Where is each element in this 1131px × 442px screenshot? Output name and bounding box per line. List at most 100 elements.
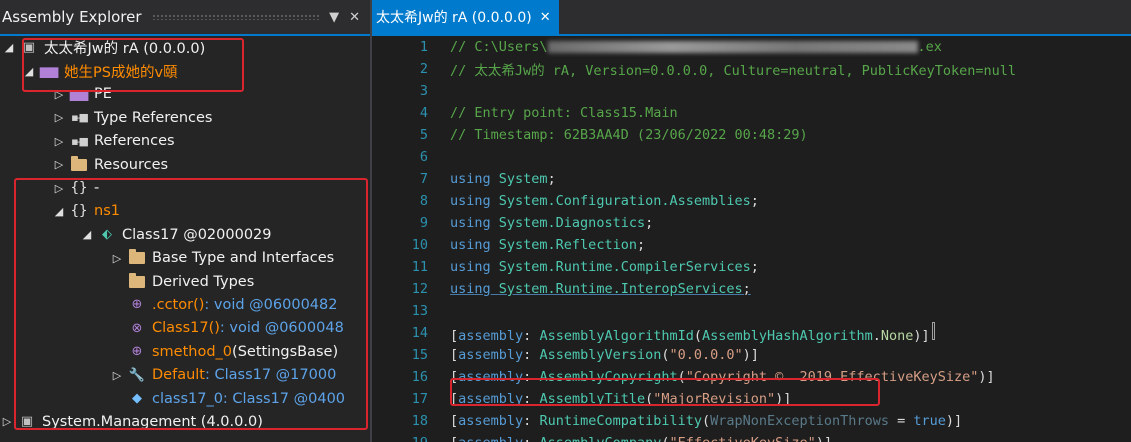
tree-node-class17-field[interactable]: ◆ class17_0 : Class17 @0400: [0, 387, 370, 410]
member-signature: : void @06000482: [204, 296, 338, 313]
code-line[interactable]: 11 using System.Runtime.CompilerServices;: [372, 256, 1131, 278]
panel-close-icon[interactable]: ✕: [349, 10, 360, 25]
code-token: System.Configuration.Assemblies: [498, 193, 751, 209]
code-token: None: [880, 328, 914, 344]
collapse-arrow-icon[interactable]: ◢: [52, 205, 66, 218]
code-token: [: [450, 369, 459, 385]
code-token: :: [523, 435, 539, 442]
tree-node-module[interactable]: ◢ ▆▆ 她生PS成她的v頤: [0, 59, 370, 82]
panel-dropdown-icon[interactable]: ▼: [329, 10, 339, 25]
field-icon: ◆: [132, 391, 142, 407]
collapse-arrow-icon[interactable]: ◢: [22, 65, 36, 78]
member-name: Class17(): [152, 320, 220, 337]
line-number: 19: [372, 435, 450, 442]
line-content: // Timestamp: 62B3AA4D (23/06/2022 00:48…: [450, 127, 808, 143]
tree-node-cctor[interactable]: ⊕ .cctor() : void @06000482: [0, 293, 370, 316]
expand-arrow-icon[interactable]: ▷: [52, 111, 66, 124]
tree-node-type-references[interactable]: ▷ ▪-■ Type References: [0, 106, 370, 129]
code-token: (: [693, 328, 703, 344]
code-line[interactable]: 13: [372, 300, 1131, 322]
code-token: using: [450, 215, 491, 231]
code-line[interactable]: 18 [assembly: RuntimeCompatibility(WrapNo…: [372, 410, 1131, 432]
tree-label: Class17 @02000029: [122, 226, 272, 243]
code-line[interactable]: 15 [assembly: AssemblyVersion("0.0.0.0")]: [372, 344, 1131, 366]
code-line[interactable]: 5 // Timestamp: 62B3AA4D (23/06/2022 00:4…: [372, 124, 1131, 146]
line-number: 3: [419, 83, 428, 99]
code-line[interactable]: 4 // Entry point: Class15.Main: [372, 102, 1131, 124]
code-token: )]: [945, 413, 963, 429]
tree-node-ns1[interactable]: ◢ {} ns1: [0, 200, 370, 223]
tree-label: -: [94, 180, 100, 197]
code-line[interactable]: 2 // 太太希Jw的 rA, Version=0.0.0.0, Culture=…: [372, 58, 1131, 80]
collapse-arrow-icon[interactable]: ◢: [2, 41, 16, 54]
code-token: (: [661, 347, 670, 363]
tree-node-smethod0[interactable]: ⊕ smethod_0 (SettingsBase): [0, 340, 370, 363]
method-icon: ⊗: [131, 320, 143, 336]
line-content: // C:\Users\ .ex: [450, 39, 942, 55]
collapse-arrow-icon[interactable]: ◢: [80, 228, 94, 241]
code-line[interactable]: 16 [assembly: AssemblyCopyright("Copyrigh…: [372, 366, 1131, 388]
code-line[interactable]: 10 using System.Reflection;: [372, 234, 1131, 256]
code-line[interactable]: 14 [assembly: AssemblyAlgorithmId(Assembl…: [372, 322, 1131, 344]
references-icon: ▪-■: [71, 111, 89, 125]
expand-arrow-icon[interactable]: ▷: [110, 369, 124, 382]
tree-node-assembly[interactable]: ◢ ▣ 太太希Jw的 rA (0.0.0.0): [0, 36, 370, 59]
code-token: (: [661, 435, 669, 442]
editor-tab-bar: 太太希Jw的 rA (0.0.0.0) ✕: [372, 0, 1131, 36]
property-wrench-icon: 🔧: [128, 367, 146, 383]
assembly-icon: ▣: [22, 40, 36, 56]
tree-label: ns1: [94, 203, 120, 220]
tree-node-derived-types[interactable]: Derived Types: [0, 270, 370, 293]
code-token: "Copyright © 2019 EffectiveKeySize": [685, 369, 979, 385]
editor-tab-active[interactable]: 太太希Jw的 rA (0.0.0.0) ✕: [372, 0, 559, 34]
tree-node-resources[interactable]: ▷ Resources: [0, 153, 370, 176]
panel-title: Assembly Explorer: [2, 8, 142, 26]
code-token: [: [450, 347, 459, 363]
code-line[interactable]: 19[assembly: AssemblyCompany("EffectiveK…: [372, 432, 1131, 442]
code-line[interactable]: 17 [assembly: AssemblyTitle("MajorRevisio…: [372, 388, 1131, 410]
code-token: assembly: [458, 328, 524, 344]
expand-arrow-icon[interactable]: ▷: [52, 158, 66, 171]
static-method-icon: ⊕: [131, 344, 143, 360]
drag-grip[interactable]: [151, 14, 320, 20]
tree-node-pe[interactable]: ▷ ▆▆ PE: [0, 83, 370, 106]
code-line[interactable]: 8 using System.Configuration.Assemblies;: [372, 190, 1131, 212]
line-number: 6: [419, 149, 428, 165]
static-method-icon: ⊕: [131, 297, 143, 313]
tree-node-system-management[interactable]: ▷ ▣ System.Management (4.0.0.0): [0, 410, 370, 433]
expand-arrow-icon[interactable]: ▷: [52, 88, 66, 101]
code-line[interactable]: 3: [372, 80, 1131, 102]
line-number: 8: [419, 193, 428, 209]
expand-arrow-icon[interactable]: ▷: [52, 135, 66, 148]
tree-node-default-property[interactable]: ▷ 🔧 Default : Class17 @17000: [0, 363, 370, 386]
code-token: // C:\Users\: [450, 39, 548, 55]
tab-close-icon[interactable]: ✕: [540, 10, 551, 25]
tree-node-namespace-empty[interactable]: ▷ {} -: [0, 176, 370, 199]
code-line[interactable]: 6: [372, 146, 1131, 168]
tree-node-ctor[interactable]: ⊗ Class17() : void @0600048: [0, 317, 370, 340]
code-token: )]: [913, 328, 930, 344]
line-content: using System.Configuration.Assemblies;: [450, 193, 759, 209]
code-view[interactable]: 1 // C:\Users\ .ex 2 // 太太希Jw的 rA, Version=0…: [372, 36, 1131, 442]
code-line[interactable]: 12 using System.Runtime.InteropServices;: [372, 278, 1131, 300]
tree-node-base-types[interactable]: ▷ Base Type and Interfaces: [0, 247, 370, 270]
code-line[interactable]: 7 using System;: [372, 168, 1131, 190]
code-line[interactable]: 9 using System.Diagnostics;: [372, 212, 1131, 234]
code-token: AssemblyHashAlgorithm: [702, 328, 873, 344]
code-token: assembly: [458, 369, 524, 385]
expand-arrow-icon[interactable]: ▷: [110, 252, 124, 265]
tree-node-class17[interactable]: ◢ ⬖ Class17 @02000029: [0, 223, 370, 246]
code-token: AssemblyTitle: [539, 391, 646, 407]
expand-arrow-icon[interactable]: ▷: [0, 415, 14, 428]
code-token: RuntimeCompatibility: [539, 413, 702, 429]
references-icon: ▪-■: [71, 134, 89, 148]
tree-node-references[interactable]: ▷ ▪-■ References: [0, 130, 370, 153]
expand-arrow-icon[interactable]: ▷: [52, 182, 66, 195]
code-token: ;: [750, 259, 759, 275]
code-line[interactable]: 1 // C:\Users\ .ex: [372, 36, 1131, 58]
